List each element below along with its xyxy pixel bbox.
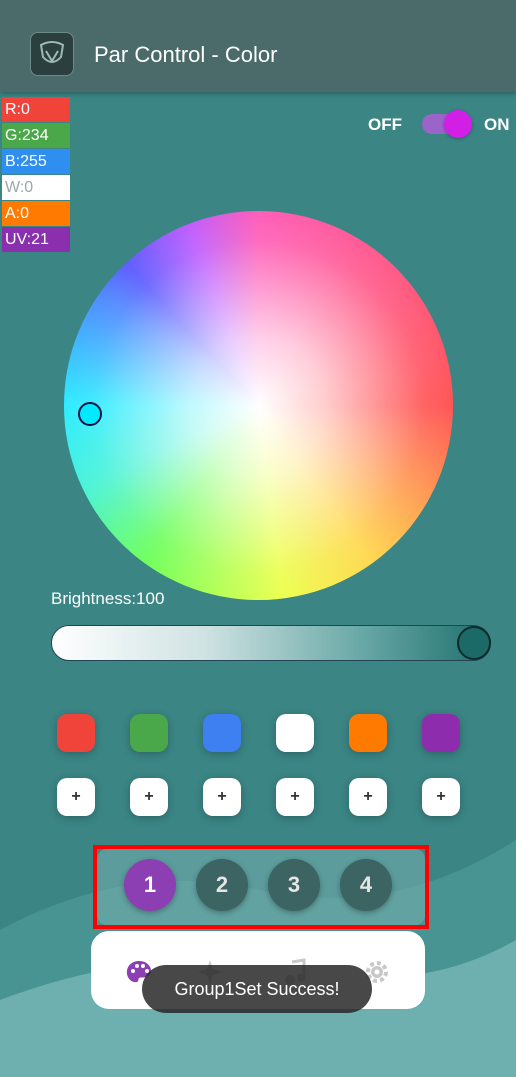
channel-readout-list: R:0 G:234 B:255 W:0 A:0 UV:21 (2, 97, 70, 253)
swatch-blue[interactable] (203, 714, 241, 752)
color-wheel-thumb[interactable] (78, 402, 102, 426)
brightness-label: Brightness:100 (51, 589, 165, 608)
swatch-red[interactable] (57, 714, 95, 752)
swatch-amber[interactable] (349, 714, 387, 752)
channel-a: A:0 (2, 201, 70, 226)
brightness-slider[interactable] (51, 625, 491, 661)
add-swatch-button[interactable]: + (203, 778, 241, 816)
swatch-uv[interactable] (422, 714, 460, 752)
power-switch-knob[interactable] (444, 110, 472, 138)
add-swatch-button[interactable]: + (276, 778, 314, 816)
channel-g: G:234 (2, 123, 70, 148)
channel-r: R:0 (2, 97, 70, 122)
page-title: Par Control - Color (94, 42, 278, 67)
power-off-label: OFF (368, 115, 402, 134)
brightness-slider-knob[interactable] (457, 626, 491, 660)
channel-b: B:255 (2, 149, 70, 174)
swatch-white[interactable] (276, 714, 314, 752)
add-swatch-button[interactable]: + (349, 778, 387, 816)
group-selector-highlight (93, 845, 429, 929)
app-logo (30, 32, 74, 76)
channel-w: W:0 (2, 175, 70, 200)
channel-uv: UV:21 (2, 227, 70, 252)
app-header: Par Control - Color (0, 0, 516, 92)
color-wheel-saturation (64, 211, 453, 600)
add-swatch-button[interactable]: + (57, 778, 95, 816)
toast-message: Group1Set Success! (142, 965, 372, 1013)
power-on-label: ON (484, 115, 510, 134)
swatch-green[interactable] (130, 714, 168, 752)
add-swatch-button[interactable]: + (130, 778, 168, 816)
add-swatch-button[interactable]: + (422, 778, 460, 816)
